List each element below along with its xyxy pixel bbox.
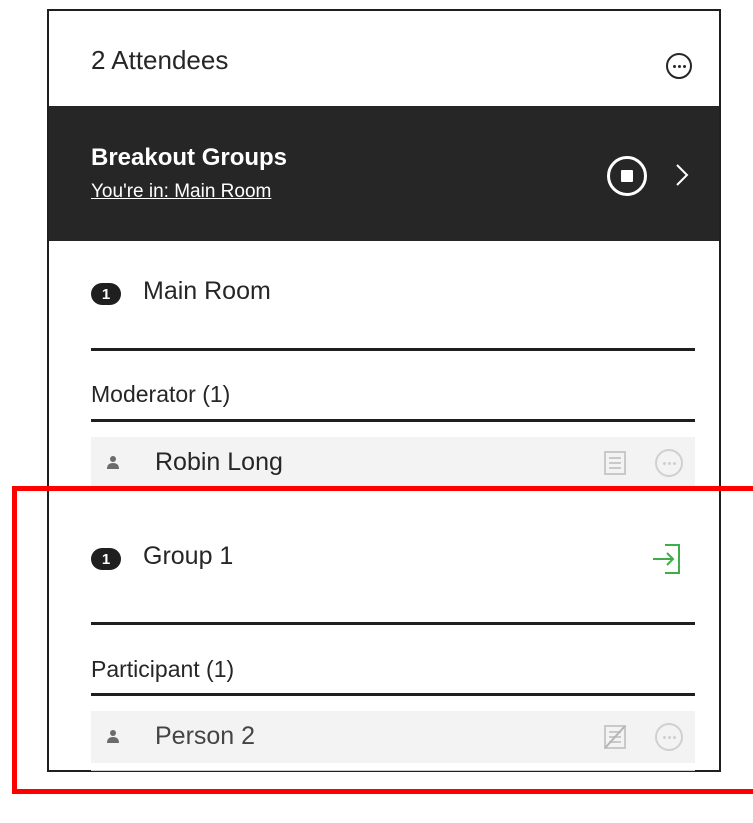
moderator-role-label: Moderator (1) <box>91 381 231 407</box>
group-name: Main Room <box>143 277 271 305</box>
attendees-panel: 2 Attendees Breakout Groups You're in: M… <box>47 9 721 772</box>
panel-more-options-button[interactable] <box>666 53 692 79</box>
stop-breakout-button[interactable] <box>607 156 647 196</box>
caption-disabled-icon[interactable] <box>603 724 627 750</box>
person-icon <box>107 456 119 469</box>
attendee-more-options-button[interactable] <box>655 449 683 477</box>
group-1[interactable]: 1 Group 1 <box>91 536 695 586</box>
breakout-groups-title: Breakout Groups <box>91 144 288 171</box>
attendee-row-robin-long[interactable]: Robin Long <box>91 437 695 489</box>
attendees-count-title: 2 Attendees <box>91 45 229 75</box>
divider <box>91 419 695 422</box>
attendee-name: Robin Long <box>155 448 283 476</box>
group-main-room[interactable]: 1 Main Room <box>91 271 695 321</box>
panel-header: 2 Attendees <box>49 11 719 106</box>
caption-icon[interactable] <box>603 450 627 476</box>
divider <box>91 348 695 351</box>
more-dots-icon <box>662 735 676 739</box>
attendee-more-options-button[interactable] <box>655 723 683 751</box>
attendee-name: Person 2 <box>155 722 256 750</box>
attendee-row-person-2[interactable]: Person 2 <box>91 711 695 763</box>
more-dots-icon <box>662 461 676 465</box>
group-count-badge: 1 <box>91 548 121 570</box>
divider <box>91 770 695 771</box>
chevron-right-icon[interactable] <box>669 162 695 188</box>
stop-icon <box>621 170 633 182</box>
divider <box>91 693 695 696</box>
participant-role-label: Participant (1) <box>91 656 235 682</box>
person-icon <box>107 730 119 743</box>
group-name: Group 1 <box>143 542 234 570</box>
divider <box>91 622 695 625</box>
join-group-icon[interactable] <box>649 539 685 579</box>
group-count-badge: 1 <box>91 283 121 305</box>
breakout-groups-banner[interactable]: Breakout Groups You're in: Main Room <box>49 106 719 241</box>
more-dots-icon <box>672 64 686 68</box>
current-room-link[interactable]: You're in: Main Room <box>91 181 271 203</box>
